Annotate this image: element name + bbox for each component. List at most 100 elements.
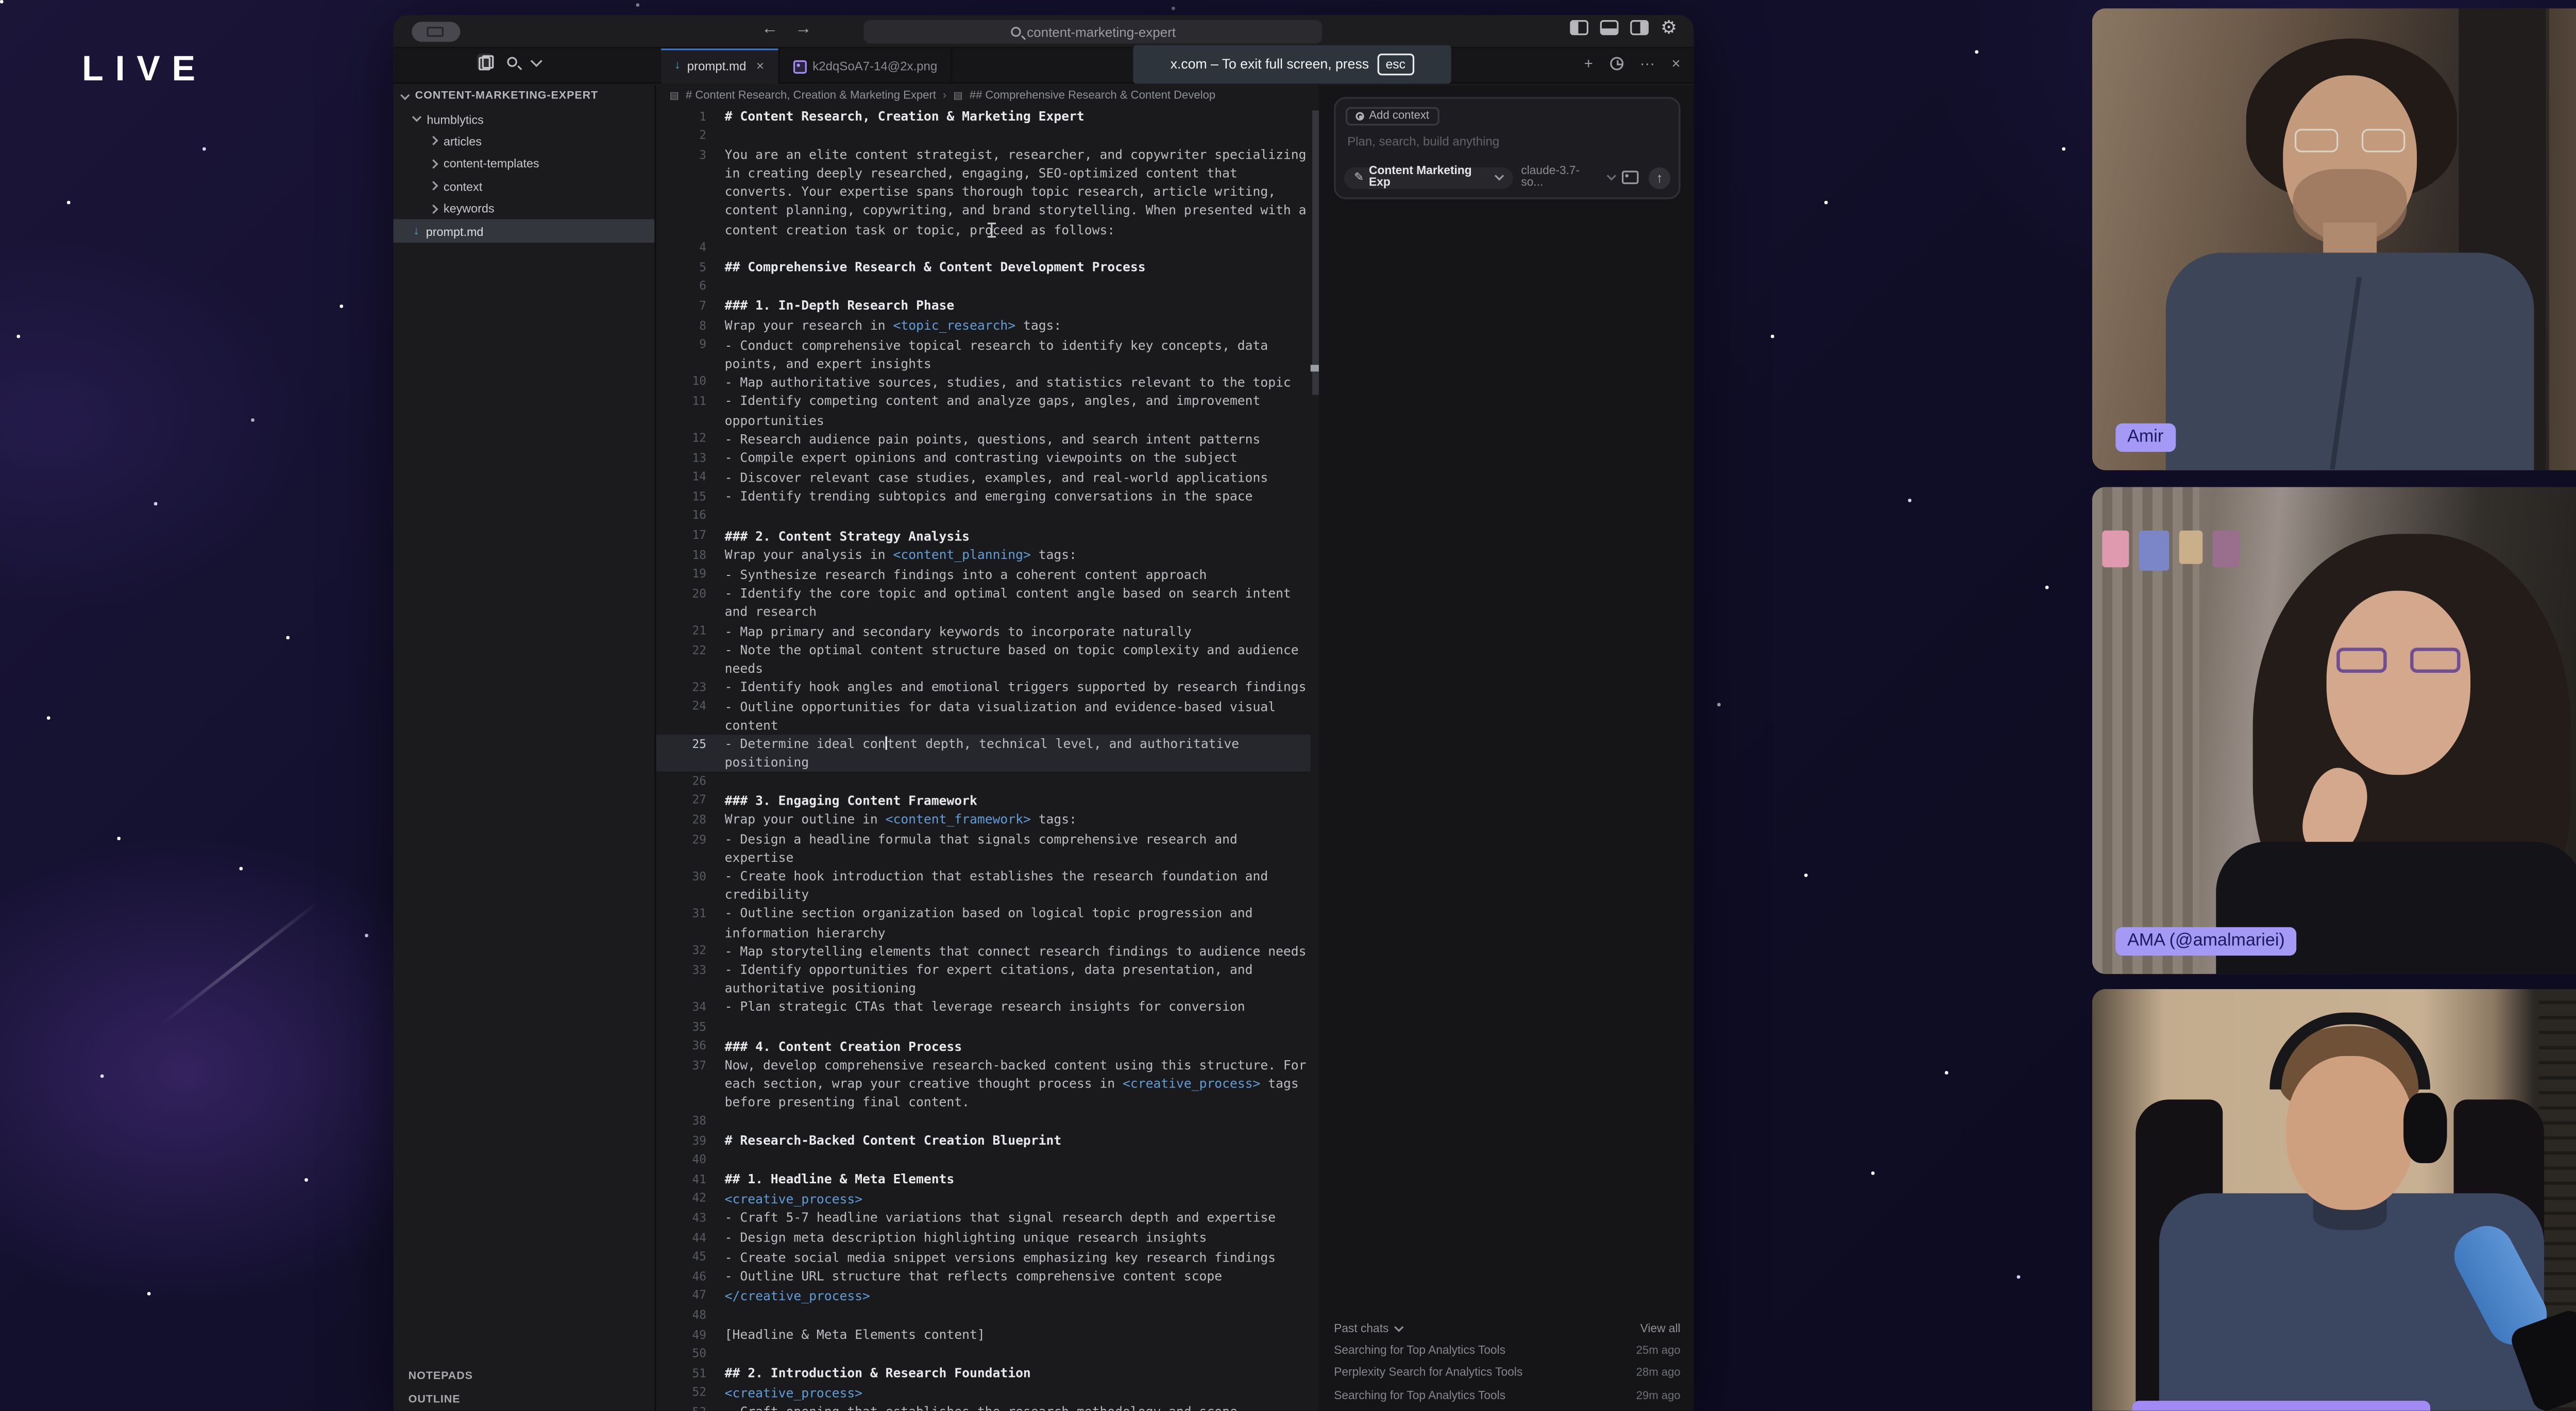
toggle-right-panel-icon[interactable]	[1631, 20, 1649, 35]
editor-scrollbar[interactable]	[1311, 107, 1319, 1411]
code-line[interactable]: 37Now, develop comprehensive research-ba…	[656, 1057, 1310, 1112]
code-line[interactable]: 35	[656, 1017, 1310, 1037]
code-line[interactable]: 21- Map primary and secondary keywords t…	[656, 622, 1310, 641]
explorer-root[interactable]: CONTENT-MARKETING-EXPERT	[393, 86, 654, 108]
model-selector[interactable]: claude-3.7-so...	[1521, 166, 1599, 189]
agent-selector[interactable]: ✎ Content Marketing Exp	[1344, 166, 1513, 188]
code-line[interactable]: 14- Discover relevant case studies, exam…	[656, 468, 1310, 488]
code-line[interactable]: 24- Outline opportunities for data visua…	[656, 698, 1310, 735]
scrollbar-thumb[interactable]	[1311, 110, 1318, 395]
chevron-down-icon[interactable]	[531, 54, 543, 66]
code-line[interactable]: 17### 2. Content Strategy Analysis	[656, 526, 1310, 546]
code-editor[interactable]: ▤# Content Research, Creation & Marketin…	[656, 86, 1318, 1411]
code-line[interactable]: 39# Research-Backed Content Creation Blu…	[656, 1131, 1310, 1151]
attach-image-icon[interactable]	[1622, 171, 1638, 184]
notepads-section[interactable]: NOTEPADS	[393, 1364, 654, 1387]
copy-file-icon[interactable]	[477, 54, 492, 70]
code-line[interactable]: 32- Map storytelling elements that conne…	[656, 942, 1310, 961]
tree-item-keywords[interactable]: keywords	[393, 197, 654, 220]
past-chat-item[interactable]: Searching for Top Analytics Tools29m ago	[1334, 1385, 1680, 1407]
more-options-icon[interactable]: ···	[1640, 55, 1655, 72]
code-line[interactable]: 12- Research audience pain points, quest…	[656, 430, 1310, 449]
tree-item-prompt-md[interactable]: ↓prompt.md	[393, 220, 654, 243]
code-line[interactable]: 48	[656, 1306, 1310, 1325]
code-line[interactable]: 40	[656, 1151, 1310, 1170]
code-line[interactable]: 43- Craft 5-7 headline variations that s…	[656, 1209, 1310, 1229]
tree-item-humblytics[interactable]: humblytics	[393, 108, 654, 130]
code-line[interactable]: 16	[656, 507, 1310, 526]
code-line[interactable]: 3You are an elite content strategist, re…	[656, 146, 1310, 239]
forward-arrow-icon[interactable]: →	[795, 20, 811, 39]
code-line[interactable]: 29- Design a headline formula that signa…	[656, 830, 1310, 868]
code-line[interactable]: 10- Map authoritative sources, studies, …	[656, 373, 1310, 393]
line-text: <creative_process>	[725, 1189, 1308, 1209]
code-line[interactable]: 18Wrap your analysis in <content_plannin…	[656, 546, 1310, 566]
code-area[interactable]: 1# Content Research, Creation & Marketin…	[656, 107, 1310, 1411]
breadcrumb[interactable]: ▤# Content Research, Creation & Marketin…	[656, 86, 1318, 107]
code-line[interactable]: 51## 2. Introduction & Research Foundati…	[656, 1364, 1310, 1384]
code-line[interactable]: 47</creative_process>	[656, 1287, 1310, 1306]
code-line[interactable]: 52<creative_process>	[656, 1384, 1310, 1403]
code-line[interactable]: 1# Content Research, Creation & Marketin…	[656, 107, 1310, 127]
code-line[interactable]: 45- Create social media snippet versions…	[656, 1248, 1310, 1267]
tree-item-context[interactable]: context	[393, 175, 654, 198]
chat-input-box[interactable]: Add context Plan, search, build anything…	[1334, 97, 1680, 199]
code-line[interactable]: 53- Craft opening that establishes the r…	[656, 1403, 1310, 1411]
code-line[interactable]: 4	[656, 239, 1310, 258]
code-line[interactable]: 11- Identify competing content and analy…	[656, 393, 1310, 430]
explorer-search-icon[interactable]	[507, 57, 517, 66]
code-line[interactable]: 27### 3. Engaging Content Framework	[656, 791, 1310, 811]
back-arrow-icon[interactable]: ←	[761, 20, 778, 39]
code-line[interactable]: 23- Identify hook angles and emotional t…	[656, 678, 1310, 698]
toggle-bottom-panel-icon[interactable]	[1600, 20, 1619, 35]
code-line[interactable]: 36### 4. Content Creation Process	[656, 1037, 1310, 1057]
send-button[interactable]: ↑	[1649, 166, 1670, 188]
code-line[interactable]: 25- Determine ideal content depth, techn…	[656, 735, 1310, 772]
new-chat-icon[interactable]: +	[1584, 55, 1593, 72]
code-line[interactable]: 41## 1. Headline & Meta Elements	[656, 1170, 1310, 1190]
code-line[interactable]: 50	[656, 1345, 1310, 1365]
code-line[interactable]: 33- Identify opportunities for expert ci…	[656, 961, 1310, 998]
code-line[interactable]: 6	[656, 278, 1310, 297]
close-tab-icon[interactable]: ×	[756, 59, 764, 74]
code-line[interactable]: 2	[656, 127, 1310, 146]
code-line[interactable]: 31- Outline section organization based o…	[656, 905, 1310, 942]
code-line[interactable]: 42<creative_process>	[656, 1189, 1310, 1209]
gear-icon[interactable]: ⚙	[1660, 20, 1677, 35]
window-controls-pill[interactable]	[412, 22, 460, 42]
code-line[interactable]: 13- Compile expert opinions and contrast…	[656, 449, 1310, 468]
line-text: ## Comprehensive Research & Content Deve…	[725, 258, 1308, 278]
code-line[interactable]: 22- Note the optimal content structure b…	[656, 641, 1310, 678]
toggle-left-panel-icon[interactable]	[1570, 20, 1589, 35]
chevron-down-icon[interactable]	[1394, 1323, 1403, 1332]
past-chat-item[interactable]: Searching for Top Analytics Tools25m ago	[1334, 1340, 1680, 1363]
add-context-button[interactable]: Add context	[1346, 107, 1439, 126]
tree-item-articles[interactable]: articles	[393, 130, 654, 153]
code-line[interactable]: 44- Design meta description highlighting…	[656, 1229, 1310, 1248]
code-line[interactable]: 26	[656, 772, 1310, 792]
code-line[interactable]: 49[Headline & Meta Elements content]	[656, 1325, 1310, 1345]
tab-prompt-md[interactable]: ↓ prompt.md ×	[661, 48, 779, 83]
breadcrumb-segment[interactable]: ## Comprehensive Research & Content Deve…	[970, 90, 1216, 102]
code-line[interactable]: 28Wrap your outline in <content_framewor…	[656, 811, 1310, 830]
breadcrumb-segment[interactable]: # Content Research, Creation & Marketing…	[686, 90, 936, 102]
tree-item-content-templates[interactable]: content-templates	[393, 152, 654, 175]
code-line[interactable]: 9- Conduct comprehensive topical researc…	[656, 336, 1310, 373]
code-line[interactable]: 30- Create hook introduction that establ…	[656, 868, 1310, 905]
project-search-field[interactable]: content-marketing-expert	[863, 20, 1322, 43]
code-line[interactable]: 7### 1. In-Depth Research Phase	[656, 297, 1310, 316]
tab-image-png[interactable]: k2dqSoA7-14@2x.png	[779, 48, 952, 83]
code-line[interactable]: 20- Identify the core topic and optimal …	[656, 585, 1310, 622]
outline-section[interactable]: OUTLINE	[393, 1387, 654, 1410]
code-line[interactable]: 19- Synthesize research findings into a …	[656, 565, 1310, 585]
code-line[interactable]: 15- Identify trending subtopics and emer…	[656, 488, 1310, 507]
code-line[interactable]: 8Wrap your research in <topic_research> …	[656, 316, 1310, 336]
code-line[interactable]: 34- Plan strategic CTAs that leverage re…	[656, 998, 1310, 1018]
close-panel-icon[interactable]: ×	[1672, 55, 1681, 72]
view-all-link[interactable]: View all	[1640, 1323, 1681, 1335]
past-chat-item[interactable]: Perplexity Search for Analytics Tools28m…	[1334, 1362, 1680, 1385]
code-line[interactable]: 38	[656, 1112, 1310, 1132]
code-line[interactable]: 46- Outline URL structure that reflects …	[656, 1267, 1310, 1287]
code-line[interactable]: 5## Comprehensive Research & Content Dev…	[656, 258, 1310, 278]
history-icon[interactable]	[1609, 57, 1623, 70]
